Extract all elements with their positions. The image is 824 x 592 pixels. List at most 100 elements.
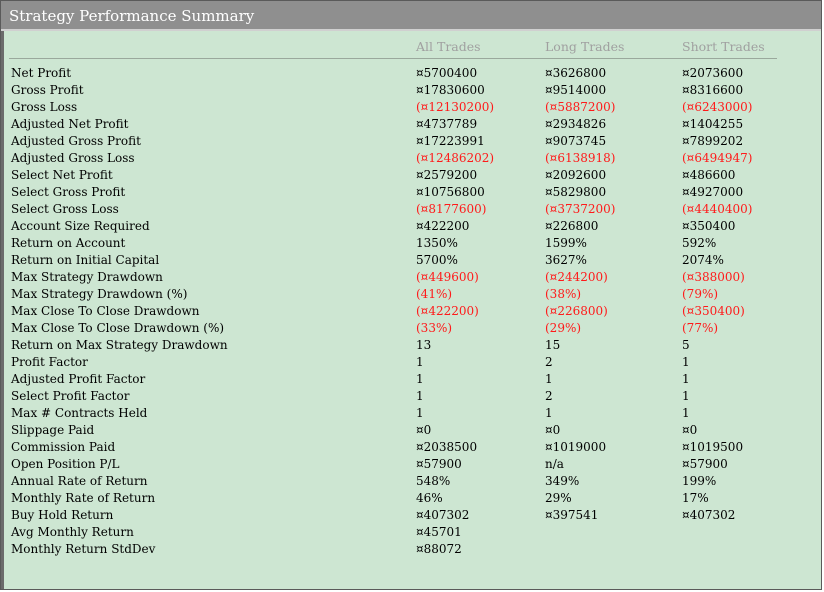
table-row: Select Gross Profit ¤10756800 ¤5829800 ¤492… [1, 184, 821, 201]
long-trades-value: 2 [545, 389, 553, 403]
table-row: Monthly Rate of Return 46% 29% 17% [1, 490, 821, 507]
short-trades-value: ¤1404255 [682, 117, 744, 131]
all-trades-value: ¤17830600 [416, 83, 485, 97]
table-row: Max Strategy Drawdown (¤449600) (¤244200) (… [1, 269, 821, 286]
short-trades-value: 199% [682, 474, 717, 488]
all-trades-value: 13 [416, 338, 432, 352]
short-trades-value: 5 [682, 338, 690, 352]
long-trades-value: 1 [545, 372, 553, 386]
table-row: Account Size Required ¤422200 ¤226800 ¤3504… [1, 218, 821, 235]
short-trades-value: ¤407302 [682, 508, 736, 522]
column-header-all-trades: All Trades [416, 39, 481, 54]
row-label: Avg Monthly Return [11, 525, 134, 539]
all-trades-value: 1 [416, 372, 424, 386]
row-label: Monthly Rate of Return [11, 491, 156, 505]
row-label: Max Strategy Drawdown (%) [11, 287, 188, 301]
all-trades-value: ¤5700400 [416, 66, 478, 80]
all-trades-value: ¤2038500 [416, 440, 478, 454]
row-label: Gross Profit [11, 83, 84, 97]
all-trades-value: (¤8177600) [416, 202, 487, 216]
short-trades-value: ¤7899202 [682, 134, 744, 148]
row-label: Buy Hold Return [11, 508, 114, 522]
all-trades-value: ¤407302 [416, 508, 470, 522]
table-row: Adjusted Gross Loss (¤12486202) (¤6138918)… [1, 150, 821, 167]
short-trades-value: (¤388000) [682, 270, 745, 284]
long-trades-value: 1 [545, 406, 553, 420]
table-row: Adjusted Net Profit ¤4737789 ¤2934826 ¤1404… [1, 116, 821, 133]
long-trades-value: ¤1019000 [545, 440, 607, 454]
row-label: Max Strategy Drawdown [11, 270, 163, 284]
long-trades-value: ¤9514000 [545, 83, 607, 97]
short-trades-value: 1 [682, 389, 690, 403]
row-label: Profit Factor [11, 355, 88, 369]
short-trades-value: ¤4927000 [682, 185, 744, 199]
table-row: Select Profit Factor 1 2 1 [1, 388, 821, 405]
row-label: Max Close To Close Drawdown (%) [11, 321, 225, 335]
long-trades-value: (¤244200) [545, 270, 608, 284]
row-label: Max Close To Close Drawdown [11, 304, 200, 318]
all-trades-value: 1 [416, 389, 424, 403]
table-row: Max Close To Close Drawdown (¤422200) (¤22… [1, 303, 821, 320]
row-label: Commission Paid [11, 440, 116, 454]
row-label: Select Gross Profit [11, 185, 126, 199]
header-divider [9, 58, 777, 59]
long-trades-value: 2 [545, 355, 553, 369]
all-trades-value: (¤12486202) [416, 151, 495, 165]
row-label: Slippage Paid [11, 423, 95, 437]
short-trades-value: ¤57900 [682, 457, 728, 471]
long-trades-value: (¤3737200) [545, 202, 616, 216]
table-row: Buy Hold Return ¤407302 ¤397541 ¤407302 [1, 507, 821, 524]
all-trades-value: ¤17223991 [416, 134, 485, 148]
short-trades-value: ¤486600 [682, 168, 736, 182]
table-row: Max Strategy Drawdown (%) (41%) (38%) (79%) [1, 286, 821, 303]
short-trades-value: 592% [682, 236, 717, 250]
short-trades-value: ¤8316600 [682, 83, 744, 97]
all-trades-value: ¤88072 [416, 542, 462, 556]
long-trades-value: (¤6138918) [545, 151, 616, 165]
all-trades-value: 1 [416, 406, 424, 420]
table-row: Gross Loss (¤12130200) (¤5887200) (¤6243000… [1, 99, 821, 116]
short-trades-value: (¤350400) [682, 304, 745, 318]
table-row: Profit Factor 1 2 1 [1, 354, 821, 371]
table-row: Gross Profit ¤17830600 ¤9514000 ¤8316600 [1, 82, 821, 99]
long-trades-value: 1599% [545, 236, 587, 250]
all-trades-value: (33%) [416, 321, 453, 335]
table-row: Select Net Profit ¤2579200 ¤2092600 ¤486600 [1, 167, 821, 184]
row-label: Select Profit Factor [11, 389, 130, 403]
long-trades-value: 15 [545, 338, 561, 352]
all-trades-value: 46% [416, 491, 443, 505]
long-trades-value: ¤2092600 [545, 168, 607, 182]
long-trades-value: ¤2934826 [545, 117, 607, 131]
short-trades-value: (¤6494947) [682, 151, 753, 165]
long-trades-value: (¤226800) [545, 304, 608, 318]
performance-table: Net Profit ¤5700400 ¤3626800 ¤2073600 Gross … [1, 65, 821, 558]
long-trades-value: 3627% [545, 253, 587, 267]
all-trades-value: 548% [416, 474, 451, 488]
table-row: Net Profit ¤5700400 ¤3626800 ¤2073600 [1, 65, 821, 82]
long-trades-value: ¤397541 [545, 508, 599, 522]
table-row: Monthly Return StdDev ¤88072 [1, 541, 821, 558]
short-trades-value: 17% [682, 491, 709, 505]
long-trades-value: (29%) [545, 321, 582, 335]
row-label: Select Net Profit [11, 168, 113, 182]
column-header-long-trades: Long Trades [545, 39, 625, 54]
title-bar: Strategy Performance Summary [1, 1, 821, 31]
table-row: Return on Account 1350% 1599% 592% [1, 235, 821, 252]
row-label: Open Position P/L [11, 457, 120, 471]
short-trades-value: ¤350400 [682, 219, 736, 233]
short-trades-value: ¤1019500 [682, 440, 744, 454]
short-trades-value: (79%) [682, 287, 719, 301]
row-label: Adjusted Gross Loss [11, 151, 135, 165]
row-label: Account Size Required [11, 219, 150, 233]
short-trades-value: 2074% [682, 253, 724, 267]
all-trades-value: 1350% [416, 236, 458, 250]
long-trades-value: ¤226800 [545, 219, 599, 233]
strategy-performance-window: Strategy Performance Summary All Trades … [0, 0, 822, 590]
all-trades-value: (¤449600) [416, 270, 479, 284]
all-trades-value: ¤45701 [416, 525, 462, 539]
table-row: Max # Contracts Held 1 1 1 [1, 405, 821, 422]
table-row: Commission Paid ¤2038500 ¤1019000 ¤1019500 [1, 439, 821, 456]
all-trades-value: ¤422200 [416, 219, 470, 233]
all-trades-value: ¤0 [416, 423, 432, 437]
short-trades-value: 1 [682, 406, 690, 420]
